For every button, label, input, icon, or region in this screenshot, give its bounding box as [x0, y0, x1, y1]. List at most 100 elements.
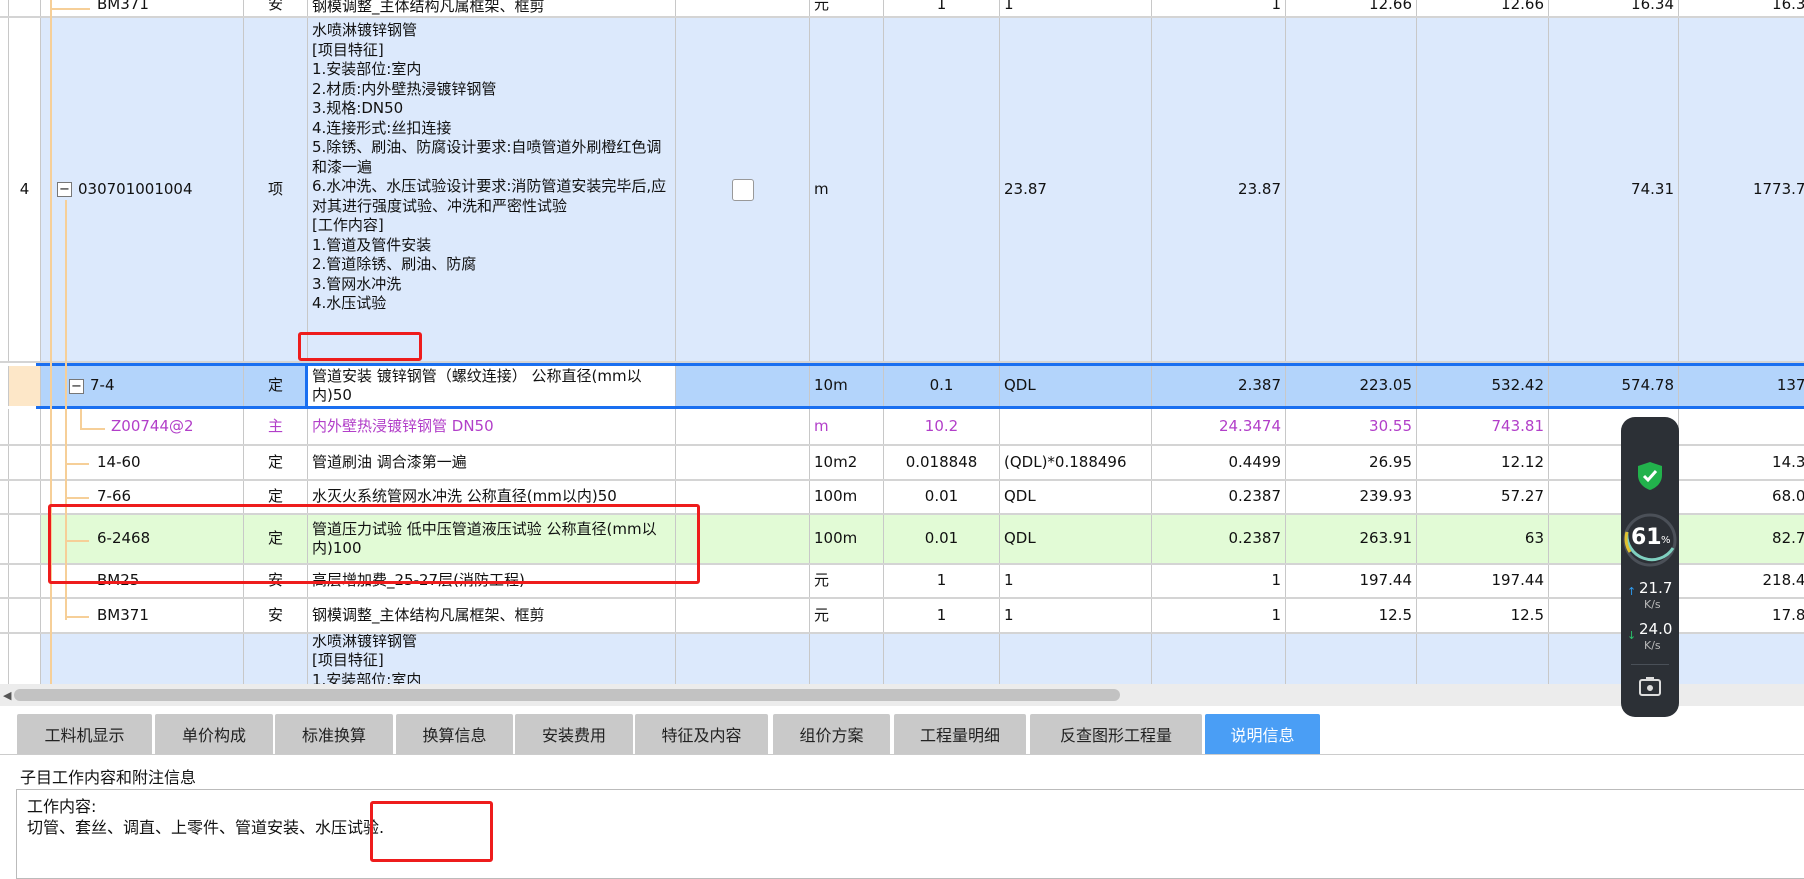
scrollbar-thumb[interactable] — [14, 689, 1120, 701]
cell-expr[interactable]: (QDL)*0.188496 — [1000, 446, 1152, 479]
table-row[interactable]: BM25安高层增加费_25-27层(消防工程)元111197.44197.442… — [0, 565, 1804, 599]
cell-edge[interactable] — [0, 366, 9, 406]
cell-v3[interactable]: 12.12 — [1417, 446, 1549, 479]
table-row[interactable]: 6-2468定管道压力试验 低中压管道液压试验 公称直径(mm以内)100100… — [0, 515, 1804, 565]
camera-icon[interactable] — [1638, 675, 1662, 697]
collapse-toggle-icon[interactable]: − — [69, 379, 84, 394]
cell-expr[interactable] — [1000, 634, 1152, 684]
table-row[interactable]: Z00744@2主内外壁热浸镀锌钢管 DN50m10.224.347430.55… — [0, 409, 1804, 446]
cell-qty[interactable] — [884, 634, 1000, 684]
cell-name[interactable]: 管道刷油 调合漆第一遍 — [308, 446, 676, 479]
cell-edge[interactable] — [0, 446, 9, 479]
cell-type[interactable] — [244, 634, 308, 684]
cell-v1[interactable]: 1 — [1152, 565, 1286, 597]
table-row[interactable]: −7-4定管道安装 镀锌钢管（螺纹连接） 公称直径(mm以内)5010m0.1Q… — [36, 363, 1804, 409]
cell-v3[interactable]: 197.44 — [1417, 565, 1549, 597]
cell-num[interactable] — [9, 634, 41, 684]
cell-v2[interactable]: 12.66 — [1286, 0, 1417, 16]
cell-qty[interactable]: 1 — [884, 0, 1000, 16]
cell-checkbox[interactable] — [676, 481, 810, 513]
cell-edge[interactable] — [0, 565, 9, 597]
cell-edge[interactable] — [0, 634, 9, 684]
cell-v2[interactable]: 263.91 — [1286, 515, 1417, 563]
cell-name[interactable]: 管道压力试验 低中压管道液压试验 公称直径(mm以内)100 — [308, 515, 676, 563]
cell-unit[interactable]: 元 — [810, 565, 884, 597]
cell-name[interactable]: 内外壁热浸镀锌钢管 DN50 — [308, 409, 676, 444]
cell-checkbox[interactable] — [676, 0, 810, 16]
cell-edge[interactable] — [0, 18, 9, 361]
tab-9[interactable]: 反查图形工程量 — [1030, 714, 1202, 754]
cell-type[interactable]: 定 — [244, 515, 308, 563]
horizontal-scrollbar[interactable]: ◀ — [0, 684, 1804, 706]
cell-expr[interactable]: 1 — [1000, 599, 1152, 632]
tab-2[interactable]: 单价构成 — [155, 714, 273, 754]
cell-unit[interactable]: m — [810, 18, 884, 361]
cell-expr[interactable]: 1 — [1000, 565, 1152, 597]
cell-v1[interactable]: 2.387 — [1152, 366, 1286, 406]
cell-v3[interactable]: 63 — [1417, 515, 1549, 563]
cell-v5[interactable]: 1372 — [1679, 366, 1804, 406]
cell-name[interactable]: 高层增加费_25-27层(消防工程) — [308, 565, 676, 597]
cell-edge[interactable] — [0, 515, 9, 563]
cell-unit[interactable]: 10m2 — [810, 446, 884, 479]
cell-type[interactable]: 安 — [244, 599, 308, 632]
cell-v5[interactable] — [1679, 409, 1804, 444]
cell-qty[interactable]: 0.01 — [884, 481, 1000, 513]
tab-7[interactable]: 组价方案 — [773, 714, 890, 754]
checkbox[interactable] — [732, 179, 754, 201]
cell-qty[interactable]: 1 — [884, 599, 1000, 632]
cell-name[interactable]: 钢模调整_主体结构凡属框架、框剪 — [308, 0, 676, 16]
cell-code[interactable]: −7-4 — [41, 366, 244, 406]
cell-name[interactable]: 水喷淋镀锌钢管 [项目特征] 1.安装部位:室内 2.材质:内外壁热浸镀锌钢管 … — [308, 18, 676, 361]
cell-qty[interactable]: 0.1 — [884, 366, 1000, 406]
cell-v4[interactable]: 74.31 — [1549, 18, 1679, 361]
cell-unit[interactable]: 10m — [810, 366, 884, 406]
cell-code[interactable]: −030701001004 — [41, 18, 244, 361]
cell-v2[interactable]: 239.93 — [1286, 481, 1417, 513]
cell-v2[interactable]: 197.44 — [1286, 565, 1417, 597]
cell-checkbox[interactable] — [676, 565, 810, 597]
cell-expr[interactable]: QDL — [1000, 515, 1152, 563]
cell-checkbox[interactable] — [676, 446, 810, 479]
cell-checkbox[interactable] — [676, 515, 810, 563]
table-row[interactable]: 14-60定管道刷油 调合漆第一遍10m20.018848(QDL)*0.188… — [0, 446, 1804, 481]
cell-v2[interactable] — [1286, 634, 1417, 684]
cell-name[interactable]: 钢模调整_主体结构凡属框架、框剪 — [308, 599, 676, 632]
cell-v1[interactable]: 1 — [1152, 599, 1286, 632]
table-row[interactable]: BM371安钢模调整_主体结构凡属框架、框剪元11112.6612.6616.3… — [0, 0, 1804, 18]
cell-v2[interactable]: 12.5 — [1286, 599, 1417, 632]
cell-v5[interactable]: 16.34 — [1679, 0, 1804, 16]
cell-v4[interactable]: 16.34 — [1549, 0, 1679, 16]
cell-qty[interactable]: 0.018848 — [884, 446, 1000, 479]
cell-type[interactable]: 定 — [244, 446, 308, 479]
cell-edge[interactable] — [0, 481, 9, 513]
cell-type[interactable]: 定 — [244, 481, 308, 513]
cell-unit[interactable] — [810, 634, 884, 684]
tab-6[interactable]: 特征及内容 — [635, 714, 768, 754]
cell-v3[interactable]: 532.42 — [1417, 366, 1549, 406]
cell-v1[interactable]: 0.4499 — [1152, 446, 1286, 479]
cell-type[interactable]: 主 — [244, 409, 308, 444]
cell-v1[interactable]: 1 — [1152, 0, 1286, 16]
tab-1[interactable]: 工料机显示 — [17, 714, 152, 754]
cell-name[interactable]: 水喷淋镀锌钢管 [项目特征] 1.安装部位:室内 — [308, 634, 676, 684]
cell-type[interactable]: 定 — [244, 366, 308, 406]
cell-unit[interactable]: 100m — [810, 481, 884, 513]
cell-expr[interactable]: QDL — [1000, 366, 1152, 406]
cell-v1[interactable]: 0.2387 — [1152, 515, 1286, 563]
table-row[interactable]: 4−030701001004项水喷淋镀锌钢管 [项目特征] 1.安装部位:室内 … — [0, 18, 1804, 363]
cell-edge[interactable] — [0, 0, 9, 16]
cell-qty[interactable]: 0.01 — [884, 515, 1000, 563]
cell-qty[interactable] — [884, 18, 1000, 361]
cell-type[interactable]: 安 — [244, 565, 308, 597]
cell-num[interactable] — [9, 565, 41, 597]
cell-edge[interactable] — [0, 599, 9, 632]
cell-edge[interactable] — [0, 409, 9, 444]
table-row[interactable]: BM371安钢模调整_主体结构凡属框架、框剪元11112.512.517.831… — [0, 599, 1804, 634]
cell-qty[interactable]: 1 — [884, 565, 1000, 597]
cell-v3[interactable] — [1417, 18, 1549, 361]
cell-v5[interactable]: 68.09 — [1679, 481, 1804, 513]
cell-v4[interactable]: 574.78 — [1549, 366, 1679, 406]
cell-type[interactable]: 安 — [244, 0, 308, 16]
work-content-textarea[interactable]: 工作内容:切管、套丝、调直、上零件、管道安装、水压试验. — [16, 789, 1804, 879]
